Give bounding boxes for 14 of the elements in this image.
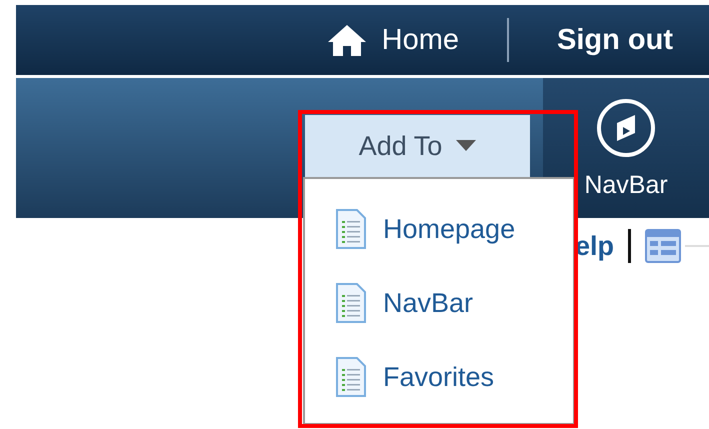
add-to-button[interactable]: Add To <box>305 115 530 177</box>
home-icon <box>326 23 368 57</box>
menu-item[interactable]: Favorites <box>383 362 494 392</box>
menu-item[interactable]: Homepage <box>383 214 516 244</box>
sign-out-link[interactable]: Sign out <box>557 24 673 56</box>
home-link[interactable]: Home <box>382 24 460 56</box>
compass-icon[interactable] <box>595 97 657 159</box>
help-link[interactable]: elp <box>574 230 614 262</box>
menu-item[interactable]: NavBar <box>383 288 474 318</box>
document-icon <box>335 283 367 323</box>
document-icon <box>335 357 367 397</box>
navbar-label[interactable]: NavBar <box>584 171 668 200</box>
caret-icon <box>456 140 476 152</box>
document-icon <box>335 209 367 249</box>
